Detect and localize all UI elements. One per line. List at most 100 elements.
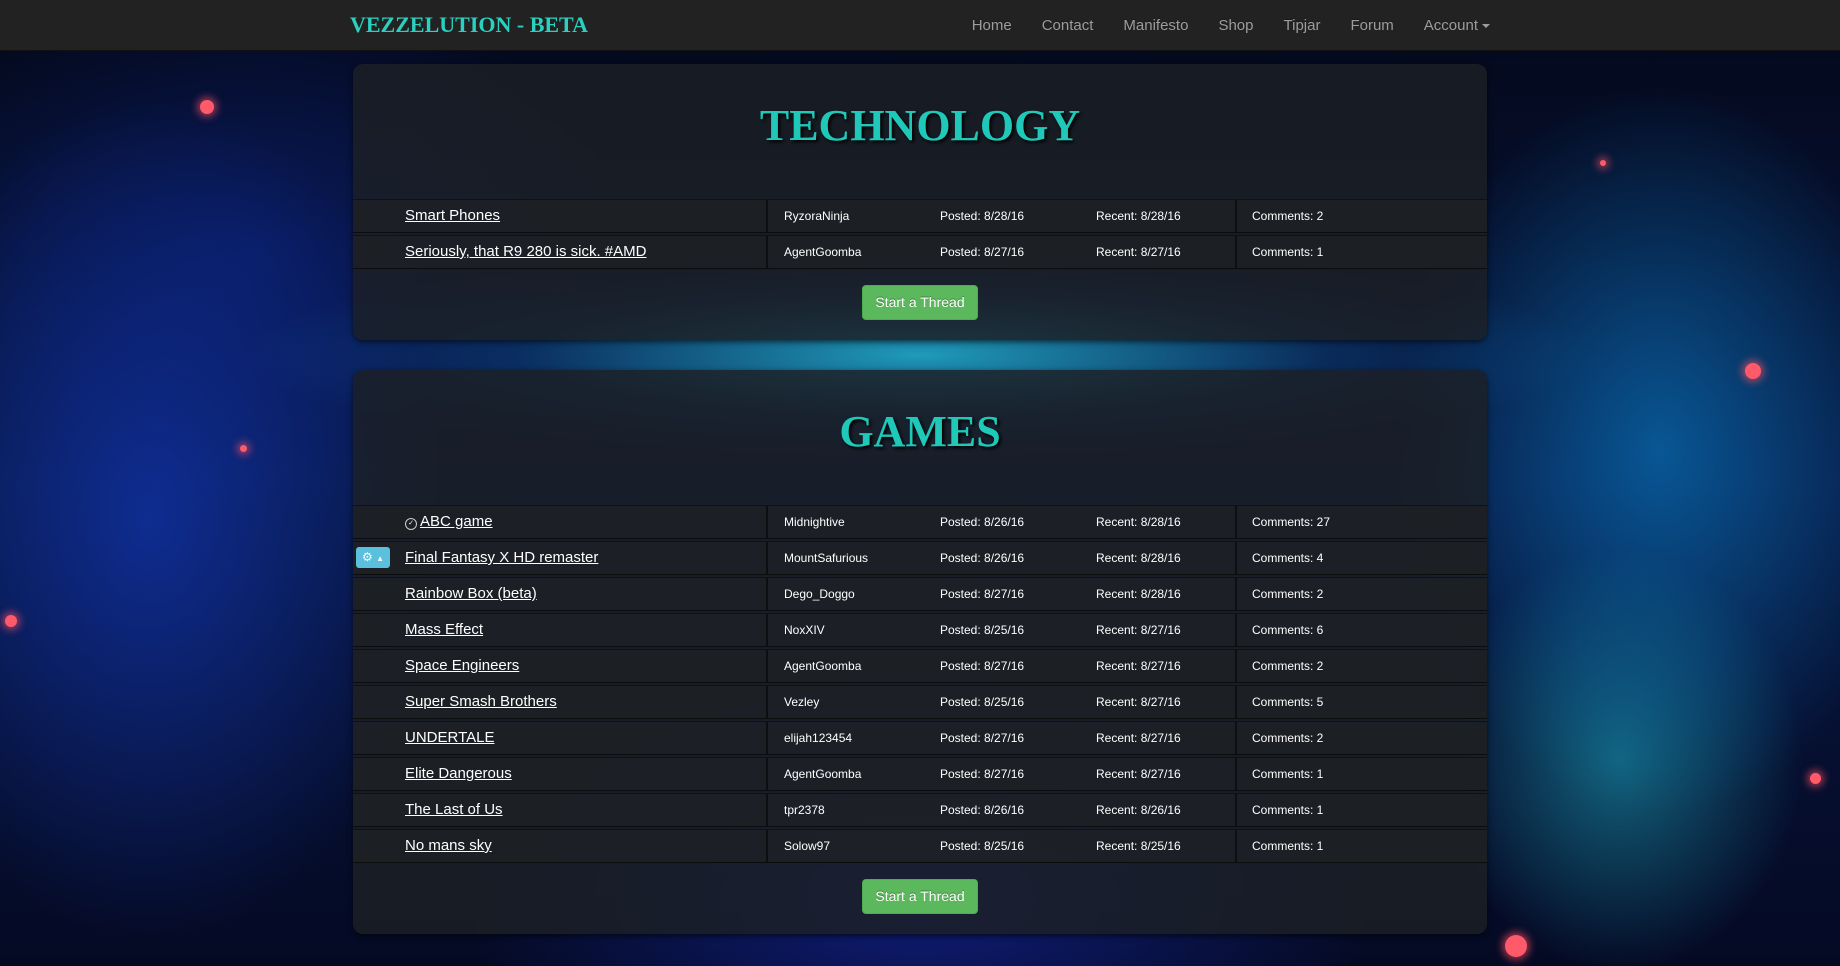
nav-link-forum[interactable]: Forum bbox=[1350, 17, 1393, 34]
thread-title-link[interactable]: No mans sky bbox=[405, 830, 492, 862]
thread-comment-count: Comments: 2 bbox=[1252, 209, 1324, 223]
account-dropdown[interactable]: Account bbox=[1424, 17, 1490, 34]
background-star bbox=[1600, 160, 1606, 166]
thread-title-link[interactable]: The Last of Us bbox=[405, 794, 503, 826]
account-label: Account bbox=[1423, 16, 1478, 34]
thread-title-link[interactable]: UNDERTALE bbox=[405, 722, 494, 754]
start-thread-button[interactable]: Start a Thread bbox=[862, 285, 978, 320]
background-star bbox=[1745, 363, 1761, 379]
section-games: GAMES ✓ ABC game Midnightive Posted: 8/26/1… bbox=[353, 370, 1487, 934]
thread-recent-date: Recent: 8/27/16 bbox=[1096, 767, 1181, 781]
thread-title-link[interactable]: Elite Dangerous bbox=[405, 758, 512, 790]
column-divider bbox=[1235, 614, 1237, 646]
thread-row: Seriously, that R9 280 is sick. #AMD Agen… bbox=[353, 235, 1487, 269]
thread-title-link[interactable]: Super Smash Brothers bbox=[405, 686, 557, 718]
thread-title-link[interactable]: Smart Phones bbox=[405, 200, 500, 232]
thread-recent-date: Recent: 8/26/16 bbox=[1096, 803, 1181, 817]
background-star bbox=[200, 100, 214, 114]
thread-recent-date: Recent: 8/28/16 bbox=[1096, 551, 1181, 565]
thread-row: Super Smash Brothers Vezley Posted: 8/25/1… bbox=[353, 685, 1487, 719]
thread-recent-date: Recent: 8/25/16 bbox=[1096, 839, 1181, 853]
top-navbar: VEZZELUTION - BETA Home Contact Manifest… bbox=[0, 0, 1840, 51]
column-divider bbox=[1235, 794, 1237, 826]
thread-title-link[interactable]: Space Engineers bbox=[405, 650, 519, 682]
caret-up-icon: ▲ bbox=[376, 554, 385, 563]
column-divider bbox=[766, 506, 768, 538]
background-star bbox=[240, 445, 247, 452]
nav-link-home[interactable]: Home bbox=[972, 17, 1012, 34]
background-star bbox=[1810, 773, 1821, 784]
thread-posted-date: Posted: 8/27/16 bbox=[940, 767, 1025, 781]
thread-comment-count: Comments: 1 bbox=[1252, 245, 1324, 259]
column-divider bbox=[1235, 200, 1237, 232]
column-divider bbox=[1235, 650, 1237, 682]
column-divider bbox=[766, 236, 768, 268]
nav-link-tipjar[interactable]: Tipjar bbox=[1284, 17, 1321, 34]
background-star bbox=[5, 615, 17, 627]
column-divider bbox=[766, 650, 768, 682]
column-divider bbox=[1235, 236, 1237, 268]
thread-posted-date: Posted: 8/25/16 bbox=[940, 839, 1025, 853]
column-divider bbox=[1235, 722, 1237, 754]
thread-comment-count: Comments: 27 bbox=[1252, 515, 1331, 529]
thread-posted-date: Posted: 8/27/16 bbox=[940, 659, 1025, 673]
thread-row: ✓ ABC game Midnightive Posted: 8/26/16 Recen… bbox=[353, 505, 1487, 539]
site-brand[interactable]: VEZZELUTION - BETA bbox=[350, 12, 588, 38]
column-divider bbox=[1235, 506, 1237, 538]
caret-down-icon bbox=[1482, 23, 1490, 28]
thread-recent-date: Recent: 8/27/16 bbox=[1096, 731, 1181, 745]
column-divider bbox=[766, 686, 768, 718]
nav-link-shop[interactable]: Shop bbox=[1218, 17, 1253, 34]
thread-row: Rainbow Box (beta) Dego_Doggo Posted: 8/27… bbox=[353, 577, 1487, 611]
thread-title: No mans sky bbox=[405, 837, 492, 854]
thread-recent-date: Recent: 8/27/16 bbox=[1096, 695, 1181, 709]
column-divider bbox=[1235, 686, 1237, 718]
main-nav: Home Contact Manifesto Shop Tipjar Forum… bbox=[942, 0, 1490, 50]
column-divider bbox=[1235, 830, 1237, 862]
column-divider bbox=[1235, 542, 1237, 574]
start-thread-button[interactable]: Start a Thread bbox=[862, 879, 978, 914]
thread-title-link[interactable]: Rainbow Box (beta) bbox=[405, 578, 537, 610]
thread-recent-date: Recent: 8/27/16 bbox=[1096, 245, 1181, 259]
thread-row: ⚙ ▲ Final Fantasy X HD remaster MountSafur… bbox=[353, 541, 1487, 575]
admin-toggle-button[interactable]: ⚙ ▲ bbox=[356, 547, 390, 568]
thread-title: Elite Dangerous bbox=[405, 765, 512, 782]
column-divider bbox=[766, 542, 768, 574]
thread-author: AgentGoomba bbox=[784, 659, 862, 673]
thread-posted-date: Posted: 8/27/16 bbox=[940, 245, 1025, 259]
column-divider bbox=[766, 200, 768, 232]
thread-title-link[interactable]: Mass Effect bbox=[405, 614, 483, 646]
thread-title: Super Smash Brothers bbox=[405, 693, 557, 710]
thread-author: NoxXIV bbox=[784, 623, 825, 637]
thread-comment-count: Comments: 2 bbox=[1252, 587, 1324, 601]
thread-comment-count: Comments: 2 bbox=[1252, 659, 1324, 673]
thread-title: UNDERTALE bbox=[405, 729, 495, 746]
thread-row: Space Engineers AgentGoomba Posted: 8/27/1… bbox=[353, 649, 1487, 683]
thread-posted-date: Posted: 8/26/16 bbox=[940, 515, 1025, 529]
thread-title-link[interactable]: Final Fantasy X HD remaster bbox=[405, 542, 598, 574]
thread-posted-date: Posted: 8/26/16 bbox=[940, 803, 1025, 817]
nav-link-manifesto[interactable]: Manifesto bbox=[1123, 17, 1188, 34]
column-divider bbox=[766, 614, 768, 646]
background-star bbox=[1505, 935, 1527, 957]
gear-icon: ⚙ bbox=[361, 550, 373, 564]
thread-author: Solow97 bbox=[784, 839, 831, 853]
nav-link-contact[interactable]: Contact bbox=[1042, 17, 1094, 34]
thread-author: Vezley bbox=[784, 695, 820, 709]
thread-posted-date: Posted: 8/26/16 bbox=[940, 551, 1025, 565]
thread-comment-count: Comments: 5 bbox=[1252, 695, 1324, 709]
thread-title-link[interactable]: Seriously, that R9 280 is sick. #AMD bbox=[405, 236, 646, 268]
thread-author: elijah123454 bbox=[784, 731, 853, 745]
thread-recent-date: Recent: 8/28/16 bbox=[1096, 587, 1181, 601]
thread-row: The Last of Us tpr2378 Posted: 8/26/16 Rece… bbox=[353, 793, 1487, 827]
thread-title-link[interactable]: ✓ ABC game bbox=[405, 506, 493, 538]
thread-posted-date: Posted: 8/27/16 bbox=[940, 731, 1025, 745]
thread-title: Mass Effect bbox=[405, 621, 484, 638]
column-divider bbox=[1235, 758, 1237, 790]
thread-title: Seriously, that R9 280 is sick. #AMD bbox=[405, 243, 647, 260]
thread-row: Mass Effect NoxXIV Posted: 8/25/16 Recent: … bbox=[353, 613, 1487, 647]
thread-comment-count: Comments: 1 bbox=[1252, 803, 1324, 817]
thread-posted-date: Posted: 8/27/16 bbox=[940, 587, 1025, 601]
section-technology: TECHNOLOGY Smart Phones RyzoraNinja Posted… bbox=[353, 64, 1487, 340]
thread-title: The Last of Us bbox=[405, 801, 503, 818]
